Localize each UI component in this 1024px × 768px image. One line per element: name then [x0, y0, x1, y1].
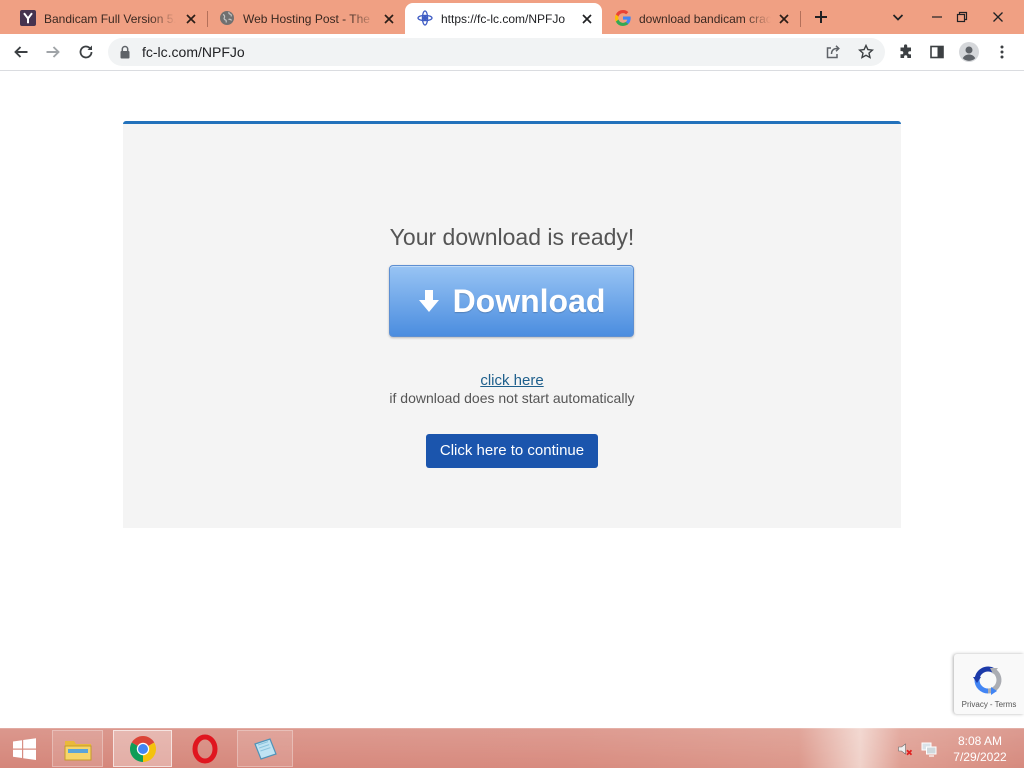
forward-arrow-icon — [46, 46, 60, 58]
reload-button[interactable] — [74, 40, 98, 64]
tab-bandicam[interactable]: Bandicam Full Version 5.4 — [8, 3, 206, 34]
clock-time: 8:08 AM — [957, 734, 1003, 748]
back-button[interactable] — [9, 40, 33, 64]
new-tab-button[interactable] — [809, 5, 833, 29]
restore-icon — [956, 11, 968, 23]
fallback-link-row: click here — [123, 372, 901, 390]
forward-button[interactable] — [41, 40, 65, 64]
recaptcha-links: Privacy - Terms — [954, 700, 1024, 710]
extensions-icon — [900, 44, 911, 58]
share-icon — [826, 45, 840, 59]
star-icon — [858, 44, 874, 59]
restore-button[interactable] — [948, 0, 976, 34]
download-button-label: Download — [452, 282, 606, 319]
tab-title: Bandicam Full Version 5.4 — [44, 12, 176, 26]
close-icon[interactable] — [776, 11, 792, 27]
close-icon — [993, 12, 1003, 22]
back-arrow-icon — [14, 46, 28, 58]
taskbar-chrome[interactable] — [113, 730, 172, 767]
click-here-link[interactable]: click here — [480, 372, 543, 389]
tab-title: Web Hosting Post - The — [243, 12, 370, 26]
download-button[interactable]: Download — [389, 265, 634, 337]
y-favicon-icon — [20, 10, 36, 26]
tab-search-button[interactable] — [886, 5, 910, 29]
terms-link[interactable]: Terms — [995, 700, 1017, 709]
address-bar[interactable]: fc-lc.com/NPFJo — [108, 38, 885, 66]
system-clock[interactable]: 8:08 AM 7/29/2022 — [946, 733, 1014, 765]
globe-icon — [219, 10, 235, 26]
privacy-link[interactable]: Privacy — [962, 700, 988, 709]
side-panel-button[interactable] — [925, 40, 949, 64]
reload-icon — [79, 45, 93, 59]
browser-menu-button[interactable] — [990, 40, 1014, 64]
profile-button[interactable] — [957, 40, 981, 64]
links-separator: - — [989, 700, 993, 709]
chevron-down-icon — [892, 14, 904, 21]
plus-icon — [815, 11, 827, 23]
start-button[interactable] — [8, 734, 41, 764]
side-panel-icon — [930, 45, 944, 59]
address-text[interactable]: fc-lc.com/NPFJo — [142, 38, 245, 66]
lock-icon[interactable] — [117, 44, 133, 60]
page-title: Your download is ready! — [389, 224, 635, 250]
google-icon — [615, 10, 631, 26]
taskbar-notes-app[interactable] — [237, 730, 293, 767]
taskbar: 8:08 AM 7/29/2022 — [0, 728, 1024, 768]
site-favicon-icon — [417, 10, 433, 26]
minimize-icon — [932, 16, 942, 18]
taskbar-file-explorer[interactable] — [52, 730, 103, 767]
window-close-button[interactable] — [984, 0, 1012, 34]
opera-icon — [192, 734, 218, 763]
tab-strip: Bandicam Full Version 5.4 Web Hosting Po… — [0, 0, 1024, 34]
network-icon[interactable] — [921, 741, 937, 757]
extensions-button[interactable] — [894, 40, 918, 64]
tab-separator — [800, 11, 801, 27]
continue-button[interactable]: Click here to continue — [426, 434, 598, 468]
volume-muted-icon[interactable] — [897, 741, 913, 757]
minimize-button[interactable] — [923, 0, 951, 34]
download-card: Your download is ready! Download click h… — [123, 121, 901, 528]
tab-google-search[interactable]: download bandicam crac — [603, 3, 799, 34]
notes-app-icon — [254, 737, 277, 760]
close-icon[interactable] — [183, 11, 199, 27]
tab-fc-lc-active[interactable]: https://fc-lc.com/NPFJo — [405, 3, 602, 34]
download-arrow-icon — [418, 290, 439, 312]
close-icon[interactable] — [381, 11, 397, 27]
bookmark-button[interactable] — [854, 40, 878, 64]
share-button[interactable] — [821, 40, 845, 64]
browser-toolbar: fc-lc.com/NPFJo — [0, 34, 1024, 71]
close-icon[interactable] — [579, 11, 595, 27]
taskbar-opera[interactable] — [178, 730, 232, 767]
clock-date: 7/29/2022 — [953, 750, 1007, 764]
menu-icon — [1000, 45, 1004, 59]
profile-icon — [959, 42, 979, 62]
windows-start-icon — [13, 737, 36, 760]
tab-title: https://fc-lc.com/NPFJo — [441, 12, 566, 26]
file-explorer-icon — [64, 740, 91, 760]
recaptcha-logo-icon — [972, 664, 1004, 696]
recaptcha-badge[interactable]: Privacy - Terms — [954, 654, 1024, 714]
fallback-note: if download does not start automatically — [389, 390, 635, 406]
chrome-icon — [129, 735, 156, 762]
tab-web-hosting-post[interactable]: Web Hosting Post - The — [207, 3, 404, 34]
tab-title: download bandicam crac — [639, 12, 771, 26]
